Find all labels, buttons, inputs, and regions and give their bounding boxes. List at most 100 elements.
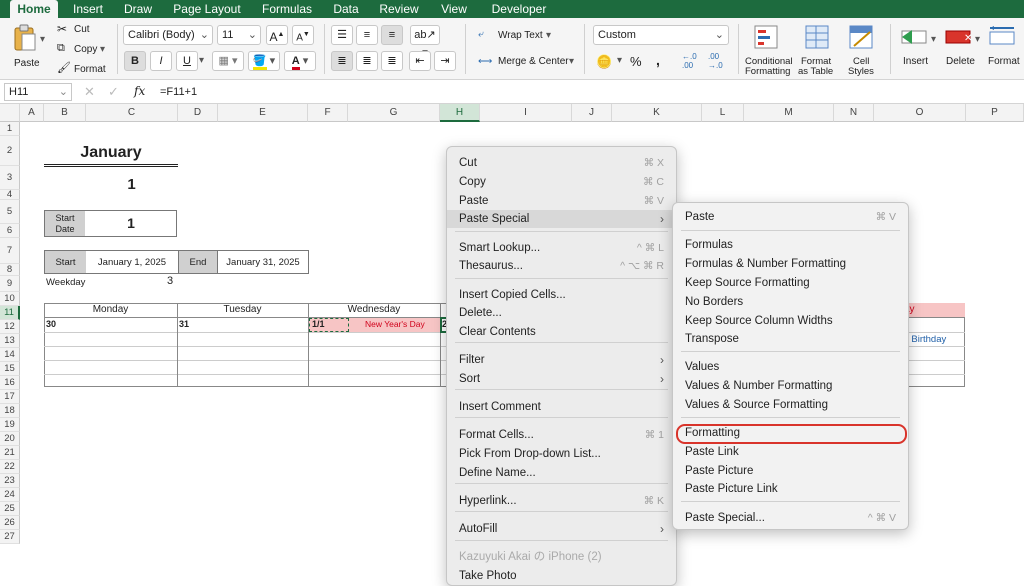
row-header[interactable]: 25 [0,502,20,516]
font-size-select[interactable]: 11 ⌄ [217,25,261,45]
submenu-item-paste-picture-link[interactable]: Paste Picture Link [673,480,908,498]
tab-developer[interactable]: Developer [484,0,554,18]
row-header[interactable]: 24 [0,488,20,502]
tab-page-layout[interactable]: Page Layout [166,0,248,18]
accounting-format-icon[interactable]: 🪙 [596,54,612,70]
submenu-item-formulas-number-formatting[interactable]: Formulas & Number Formatting [673,255,908,273]
column-header[interactable]: B [44,104,86,122]
tab-home[interactable]: Home [10,0,58,19]
row-header[interactable]: 11 [0,306,20,320]
increase-font-button[interactable]: A▲ [266,25,288,45]
submenu-item-values[interactable]: Values [673,358,908,376]
menu-item-hyperlink[interactable]: Hyperlink... ⌘ K [447,492,676,510]
menu-item-autofill[interactable]: AutoFill › [447,520,676,538]
cut-button[interactable]: Cut [74,24,90,35]
column-header[interactable]: I [480,104,572,122]
submenu-item-paste[interactable]: Paste ⌘ V [673,208,908,226]
column-header[interactable]: P [966,104,1024,122]
menu-item-smart-lookup[interactable]: Smart Lookup... ^ ⌘ L [447,239,676,257]
copy-button[interactable]: Copy [74,44,97,55]
align-top-button[interactable]: ☰ [331,25,353,45]
date-cell-31[interactable]: 31 [179,319,189,329]
column-header[interactable]: L [702,104,744,122]
row-header[interactable]: 15 [0,362,20,376]
row-header[interactable]: 27 [0,530,20,544]
name-box[interactable]: H11 ⌄ [4,83,72,101]
check-icon[interactable]: ✓ [108,84,119,100]
row-header[interactable]: 9 [0,276,20,292]
function-icon[interactable]: fx [134,84,145,98]
menu-item-copy[interactable]: Copy ⌘ C [447,173,676,191]
menu-item-delete[interactable]: Delete... [447,304,676,322]
row-header[interactable]: 23 [0,474,20,488]
decrease-decimal-button[interactable]: .00 →.0 [708,52,732,70]
italic-button[interactable]: I [150,51,172,71]
column-header[interactable]: K [612,104,702,122]
row-header[interactable]: 14 [0,348,20,362]
orientation-button[interactable]: ab↗ ▾ [410,25,440,59]
merge-center-button[interactable]: Merge & Center [498,56,569,67]
menu-item-define-name[interactable]: Define Name... [447,464,676,482]
menu-item-insert-copied-cells[interactable]: Insert Copied Cells... [447,286,676,304]
decrease-indent-button[interactable]: ⇤ [409,51,431,71]
column-header[interactable]: M [744,104,834,122]
number-format-select[interactable]: Custom ⌄ [593,25,729,45]
bold-button[interactable]: B [124,51,146,71]
column-header[interactable]: E [218,104,308,122]
date-cell-30[interactable]: 30 [46,319,56,329]
wrap-text-button[interactable]: Wrap Text [498,30,543,41]
align-left-button[interactable]: ≣ [331,51,353,71]
delete-dropdown-icon[interactable]: ▾ [975,34,980,45]
decrease-font-button[interactable]: A▼ [292,25,314,45]
tab-view[interactable]: View [432,0,476,18]
row-header[interactable]: 12 [0,320,20,334]
menu-item-filter[interactable]: Filter › [447,351,676,369]
submenu-item-no-borders[interactable]: No Borders [673,293,908,311]
row-header[interactable]: 1 [0,122,20,136]
row-header[interactable]: 22 [0,460,20,474]
row-header[interactable]: 17 [0,390,20,404]
row-header[interactable]: 3 [0,166,20,190]
row-header[interactable]: 4 [0,190,20,200]
row-header[interactable]: 5 [0,200,20,224]
column-header[interactable]: N [834,104,874,122]
underline-dropdown-icon[interactable]: ▾ [199,55,204,66]
accounting-dropdown-icon[interactable]: ▾ [617,55,622,66]
submenu-item-paste-picture[interactable]: Paste Picture [673,462,908,480]
insert-dropdown-icon[interactable]: ▾ [931,34,936,45]
tab-insert[interactable]: Insert [66,0,110,18]
copy-dropdown-icon[interactable]: ▾ [100,44,105,55]
menu-item-thesaurus[interactable]: Thesaurus... ^ ⌥ ⌘ R [447,257,676,275]
menu-item-format-cells[interactable]: Format Cells... ⌘ 1 [447,426,676,444]
column-header[interactable]: D [178,104,218,122]
delete-cells-button[interactable]: ✕ Delete [940,22,980,78]
comma-style-button[interactable]: , [656,52,660,68]
insert-cells-button[interactable]: Insert [896,22,936,78]
align-center-button[interactable]: ≣ [356,51,378,71]
menu-item-insert-comment[interactable]: Insert Comment [447,398,676,416]
format-cells-button[interactable]: Format [984,22,1024,78]
format-as-table-button[interactable]: Format as Table [798,22,838,78]
menu-item-pick-from-dropdown[interactable]: Pick From Drop-down List... [447,445,676,463]
row-header[interactable]: 8 [0,264,20,276]
column-header[interactable]: C [86,104,178,122]
borders-button[interactable]: ▦ ▾ [212,51,244,71]
submenu-item-values-number-formatting[interactable]: Values & Number Formatting [673,377,908,395]
increase-decimal-button[interactable]: ←.0 .00 [682,52,706,70]
submenu-item-paste-special-dialog[interactable]: Paste Special... ^ ⌘ V [673,509,908,527]
paste-dropdown-icon[interactable]: ▾ [40,34,45,45]
tab-review[interactable]: Review [374,0,424,18]
font-color-button[interactable]: A ▾ [284,51,316,71]
menu-item-take-photo[interactable]: Take Photo [447,567,676,585]
row-header[interactable]: 18 [0,404,20,418]
menu-item-sort[interactable]: Sort › [447,370,676,388]
row-header[interactable]: 21 [0,446,20,460]
row-header[interactable]: 7 [0,238,20,264]
column-header[interactable]: G [348,104,440,122]
row-header[interactable]: 2 [0,136,20,166]
column-header[interactable]: O [874,104,966,122]
wrap-text-dropdown-icon[interactable]: ▾ [546,30,551,41]
column-header[interactable]: H [440,104,480,122]
tab-formulas[interactable]: Formulas [256,0,318,18]
column-header[interactable]: A [20,104,44,122]
